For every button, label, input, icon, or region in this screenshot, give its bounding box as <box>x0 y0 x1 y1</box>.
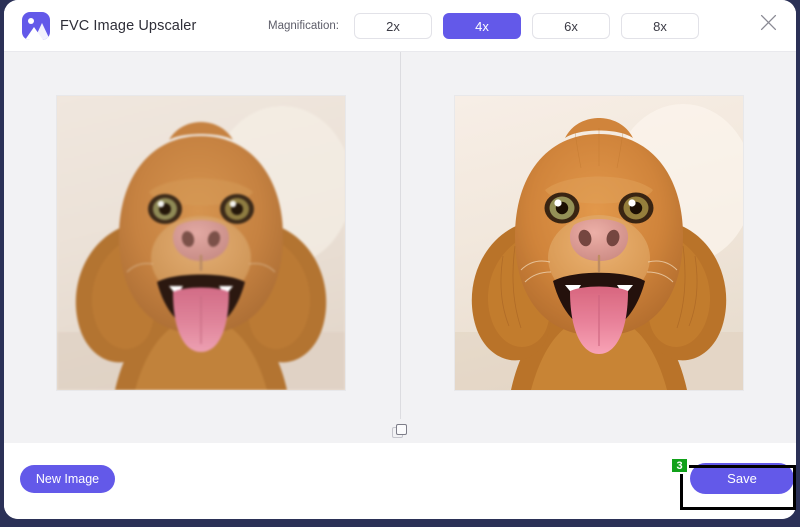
upscaled-pane <box>400 52 796 443</box>
app-window: FVC Image Upscaler Magnification: 2x 4x … <box>4 0 796 519</box>
titlebar: FVC Image Upscaler Magnification: 2x 4x … <box>4 0 796 52</box>
image-photo-icon <box>22 12 50 40</box>
new-image-button[interactable]: New Image <box>20 465 115 493</box>
logo-sun-dot <box>28 18 34 24</box>
logo-mountain-front <box>25 27 43 40</box>
compare-squares-icon <box>392 424 408 439</box>
magnification-label: Magnification: <box>268 20 339 32</box>
magnification-option-8x[interactable]: 8x <box>621 13 699 39</box>
magnification-option-4x[interactable]: 4x <box>443 13 521 39</box>
compare-square-front <box>396 424 407 435</box>
app-title: FVC Image Upscaler <box>60 18 196 34</box>
close-icon[interactable] <box>754 8 782 36</box>
original-image-artwork <box>57 96 345 390</box>
magnification-option-2x[interactable]: 2x <box>354 13 432 39</box>
upscaled-image[interactable] <box>455 96 743 390</box>
save-button[interactable]: Save <box>690 463 794 494</box>
original-pane <box>4 52 400 443</box>
brand: FVC Image Upscaler <box>22 12 196 40</box>
magnification-option-6x[interactable]: 6x <box>532 13 610 39</box>
compare-toggle-button[interactable] <box>4 424 796 439</box>
upscaled-image-artwork <box>455 96 743 390</box>
preview-area <box>4 52 796 443</box>
footer: New Image Save <box>4 443 796 519</box>
magnification-group: Magnification: 2x 4x 6x 8x <box>268 0 699 52</box>
original-image[interactable] <box>57 96 345 390</box>
